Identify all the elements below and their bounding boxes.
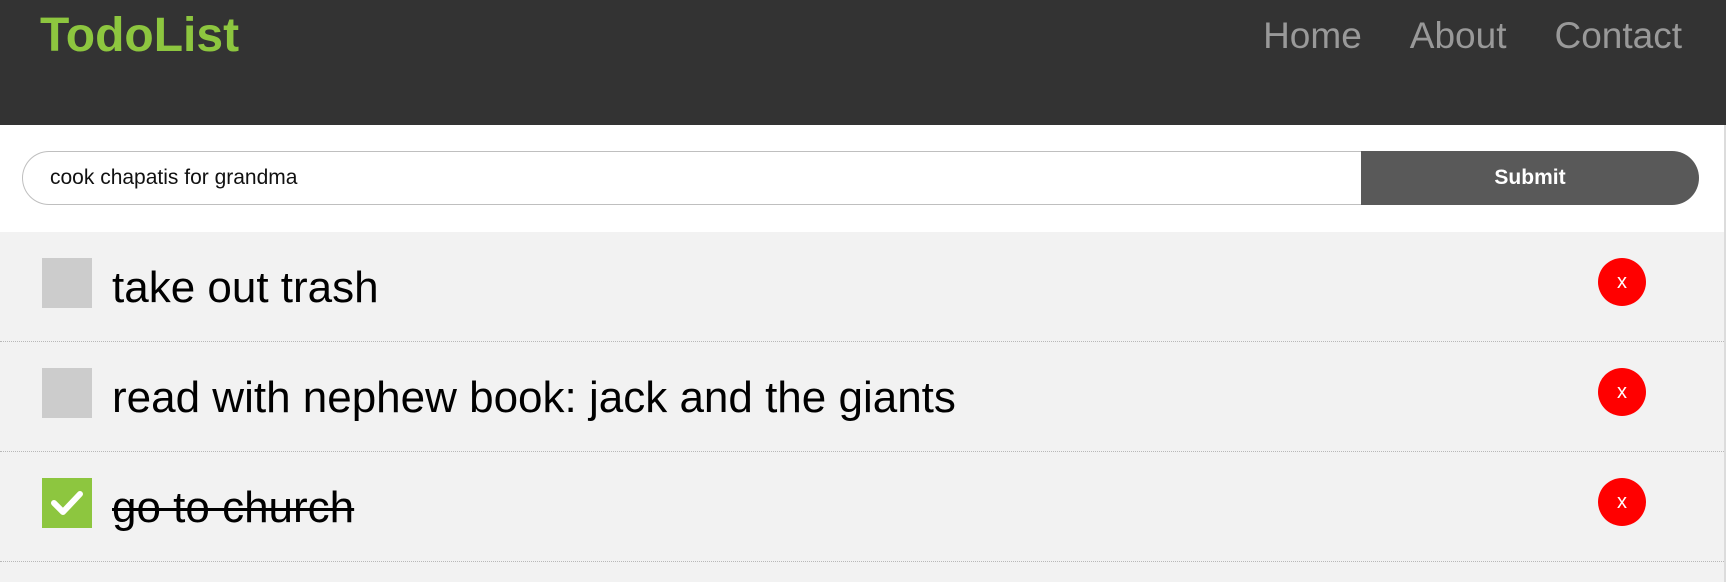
todo-text: read with nephew book: jack and the gian… (112, 373, 956, 422)
nav-link-contact[interactable]: Contact (1554, 14, 1682, 58)
todo-checkbox[interactable] (42, 258, 92, 308)
todo-text: take out trash (112, 263, 379, 312)
todo-text: go to church (112, 483, 355, 532)
nav-link-home[interactable]: Home (1263, 14, 1362, 58)
delete-button[interactable]: x (1598, 258, 1646, 306)
todo-list: take out trash x read with nephew book: … (0, 232, 1726, 582)
todo-item: read with nephew book: jack and the gian… (0, 342, 1726, 452)
add-todo-form: Submit (0, 125, 1726, 232)
todo-input[interactable] (22, 151, 1362, 205)
check-icon (51, 491, 83, 515)
todo-item: go to church x (0, 452, 1726, 562)
todo-item: take out trash x (0, 232, 1726, 342)
todo-checkbox[interactable] (42, 368, 92, 418)
nav-link-about[interactable]: About (1410, 14, 1507, 58)
submit-button[interactable]: Submit (1361, 151, 1699, 205)
delete-button[interactable]: x (1598, 478, 1646, 526)
brand-logo[interactable]: TodoList (40, 8, 239, 64)
navbar: TodoList Home About Contact (0, 0, 1726, 125)
delete-button[interactable]: x (1598, 368, 1646, 416)
todo-checkbox-checked[interactable] (42, 478, 92, 528)
nav-links: Home About Contact (1263, 14, 1682, 58)
